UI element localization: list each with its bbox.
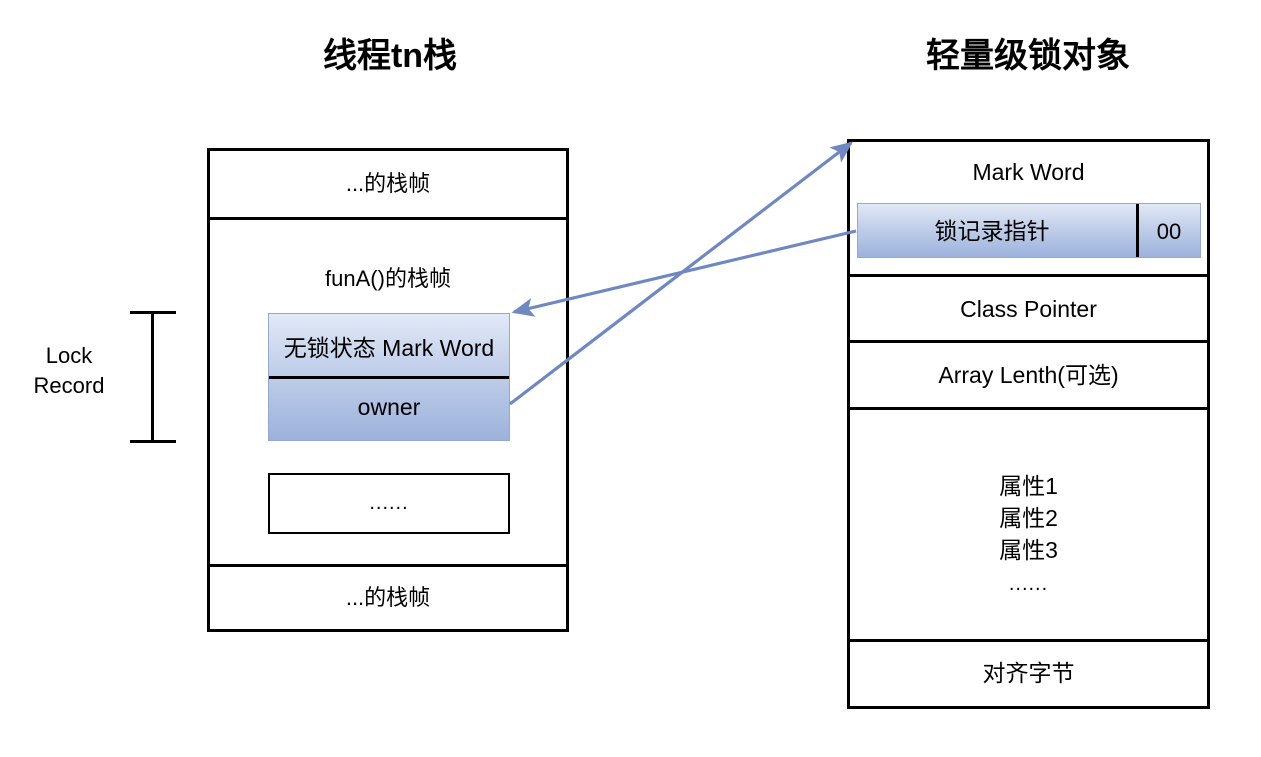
lock-object-attribute-3: 属性3 bbox=[999, 537, 1058, 563]
stack-frame-top-label: ...的栈帧 bbox=[345, 171, 431, 196]
lock-object-row-arraylength: Array Lenth(可选) bbox=[850, 343, 1207, 410]
lock-object-arraylength-label: Array Lenth(可选) bbox=[938, 362, 1119, 388]
lock-record-markword-label: 无锁状态 Mark Word bbox=[283, 335, 495, 361]
lock-object-attribute-2: 属性2 bbox=[999, 505, 1058, 531]
lock-record-owner-label: owner bbox=[357, 394, 421, 420]
lock-object-attribute-ellipsis: ...... bbox=[1008, 573, 1049, 595]
thread-stack-title: 线程tn栈 bbox=[322, 37, 458, 75]
lock-record-bracket bbox=[130, 311, 176, 443]
lock-record-label-line2: Record bbox=[33, 373, 105, 398]
stack-ellipsis-box: ...... bbox=[268, 473, 510, 534]
stack-frame-bottom-label: ...的栈帧 bbox=[345, 585, 431, 610]
stack-ellipsis-label: ...... bbox=[369, 492, 409, 514]
lock-object-title: 轻量级锁对象 bbox=[926, 37, 1130, 75]
lock-record-label: Lock Record bbox=[14, 341, 124, 401]
lock-object-padding-label: 对齐字节 bbox=[982, 660, 1075, 686]
mark-word-pointer-label: 锁记录指针 bbox=[934, 218, 1050, 244]
lock-object-row-padding: 对齐字节 bbox=[850, 642, 1207, 706]
lock-object-row-classpointer: Class Pointer bbox=[850, 277, 1207, 343]
lock-object-markword-label: Mark Word bbox=[972, 159, 1085, 185]
diagram-canvas: 线程tn栈 轻量级锁对象 Lock Record ...的栈帧 funA()的栈… bbox=[0, 0, 1261, 757]
lock-record-label-line1: Lock bbox=[45, 343, 93, 368]
lock-object-classpointer-label: Class Pointer bbox=[960, 296, 1097, 322]
lock-record-box[interactable]: 无锁状态 Mark Word owner bbox=[268, 313, 510, 441]
lock-record-divider bbox=[269, 376, 509, 379]
stack-frame-top: ...的栈帧 bbox=[210, 151, 566, 220]
stack-frame-bottom: ...的栈帧 bbox=[210, 567, 566, 629]
lock-object-attribute-1: 属性1 bbox=[999, 473, 1058, 499]
lock-object-row-attributes: 属性1 属性2 属性3 ...... bbox=[850, 410, 1207, 642]
stack-frame-funa-label: funA()的栈帧 bbox=[325, 266, 451, 291]
mark-word-tag-bits: 00 bbox=[1156, 219, 1182, 244]
mark-word-detail-box[interactable]: 锁记录指针 00 bbox=[857, 203, 1201, 258]
